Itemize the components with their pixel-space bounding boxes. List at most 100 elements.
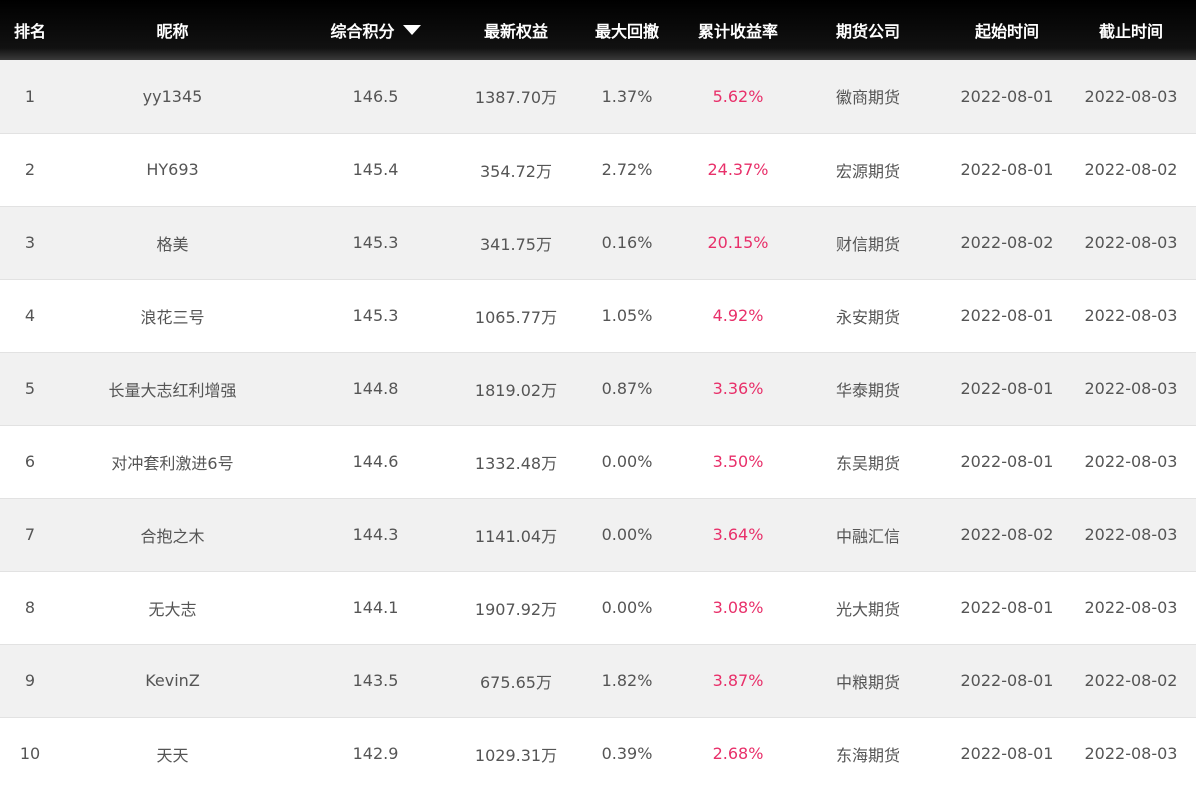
cell-end-date: 2022-08-03 <box>1066 424 1196 498</box>
cell-start-date: 2022-08-02 <box>948 205 1066 279</box>
cell-rank: 5 <box>0 351 60 425</box>
header-rank: 排名 <box>13 22 46 41</box>
cell-start-date: 2022-08-01 <box>948 716 1066 790</box>
cell-broker: 东海期货 <box>788 716 948 790</box>
header-start-date: 起始时间 <box>974 22 1039 41</box>
cell-nickname: KevinZ <box>60 643 285 717</box>
cell-broker: 中融汇信 <box>788 497 948 571</box>
cell-drawdown: 0.00% <box>566 570 688 644</box>
cell-equity: 1387.70万 <box>474 88 558 108</box>
table-header: 排名 昵称 综合积分 最新权益 最大回撤 累计收益率 期货公司 起始时间 截止时… <box>0 0 1196 60</box>
table-row: 1 yy1345 146.5 1387.70万 1.37% 5.62% 徽商期货… <box>0 60 1196 133</box>
table-row: 7 合抱之木 144.3 1141.04万 0.00% 3.64% 中融汇信 2… <box>0 497 1196 571</box>
table-row: 8 无大志 144.1 1907.92万 0.00% 3.08% 光大期货 20… <box>0 570 1196 644</box>
cell-drawdown: 1.05% <box>566 278 688 352</box>
cell-return-rate: 24.37% <box>688 132 788 206</box>
cell-end-date: 2022-08-03 <box>1066 278 1196 352</box>
cell-return-rate: 3.64% <box>688 497 788 571</box>
cell-rank: 8 <box>0 570 60 644</box>
header-score[interactable]: 综合积分 <box>285 0 466 60</box>
cell-rank: 9 <box>0 643 60 717</box>
cell-score: 145.4 <box>285 132 466 206</box>
cell-end-date: 2022-08-02 <box>1066 643 1196 717</box>
cell-equity: 1065.77万 <box>466 278 566 352</box>
table-row: 2 HY693 145.4 354.72万 2.72% 24.37% 宏源期货 … <box>0 132 1196 206</box>
cell-equity: 341.75万 <box>466 205 566 279</box>
cell-equity: 1907.92万 <box>466 570 566 644</box>
cell-equity: 1332.48万 <box>466 424 566 498</box>
cell-drawdown: 1.37% <box>601 86 653 106</box>
cell-broker: 华泰期货 <box>788 351 948 425</box>
cell-return-rate: 3.08% <box>688 570 788 644</box>
cell-score: 144.3 <box>285 497 466 571</box>
cell-return-rate: 3.87% <box>688 643 788 717</box>
cell-nickname: yy1345 <box>142 86 203 106</box>
cell-score: 144.8 <box>285 351 466 425</box>
cell-end-date: 2022-08-03 <box>1066 205 1196 279</box>
header-nickname: 昵称 <box>156 22 189 41</box>
table-row: 9 KevinZ 143.5 675.65万 1.82% 3.87% 中粮期货 … <box>0 643 1196 717</box>
cell-end-date: 2022-08-03 <box>1066 351 1196 425</box>
cell-broker: 徽商期货 <box>835 88 900 108</box>
sort-down-icon[interactable] <box>402 25 421 35</box>
cell-nickname: 对冲套利激进6号 <box>60 424 285 498</box>
cell-return-rate: 3.36% <box>688 351 788 425</box>
cell-nickname: HY693 <box>60 132 285 206</box>
cell-start-date: 2022-08-01 <box>960 86 1054 106</box>
cell-nickname: 长量大志红利增强 <box>60 351 285 425</box>
header-end-date: 截止时间 <box>1098 22 1163 41</box>
cell-return-rate: 4.92% <box>688 278 788 352</box>
header-score-label: 综合积分 <box>330 22 395 41</box>
cell-equity: 675.65万 <box>466 643 566 717</box>
header-return-rate: 累计收益率 <box>697 22 778 41</box>
header-broker: 期货公司 <box>835 22 900 41</box>
cell-equity: 354.72万 <box>466 132 566 206</box>
cell-drawdown: 1.82% <box>566 643 688 717</box>
cell-end-date: 2022-08-03 <box>1066 497 1196 571</box>
cell-start-date: 2022-08-01 <box>948 643 1066 717</box>
cell-rank: 10 <box>0 716 60 790</box>
cell-return-rate: 3.50% <box>688 424 788 498</box>
cell-end-date: 2022-08-03 <box>1084 86 1178 106</box>
cell-rank: 3 <box>0 205 60 279</box>
table-row: 10 天天 142.9 1029.31万 0.39% 2.68% 东海期货 20… <box>0 716 1196 790</box>
cell-nickname: 合抱之木 <box>60 497 285 571</box>
header-equity: 最新权益 <box>483 22 548 41</box>
cell-nickname: 浪花三号 <box>60 278 285 352</box>
table-body: 1 yy1345 146.5 1387.70万 1.37% 5.62% 徽商期货… <box>0 60 1196 790</box>
cell-score: 146.5 <box>352 86 399 106</box>
cell-drawdown: 0.16% <box>566 205 688 279</box>
table-row: 3 格美 145.3 341.75万 0.16% 20.15% 财信期货 202… <box>0 205 1196 279</box>
cell-drawdown: 0.00% <box>566 497 688 571</box>
cell-equity: 1029.31万 <box>466 716 566 790</box>
cell-drawdown: 2.72% <box>566 132 688 206</box>
cell-start-date: 2022-08-01 <box>948 278 1066 352</box>
cell-score: 145.3 <box>285 205 466 279</box>
table-row: 4 浪花三号 145.3 1065.77万 1.05% 4.92% 永安期货 2… <box>0 278 1196 352</box>
cell-broker: 光大期货 <box>788 570 948 644</box>
cell-equity: 1819.02万 <box>466 351 566 425</box>
cell-rank: 7 <box>0 497 60 571</box>
cell-score: 145.3 <box>285 278 466 352</box>
cell-rank: 1 <box>24 86 36 106</box>
cell-score: 144.6 <box>285 424 466 498</box>
cell-rank: 6 <box>0 424 60 498</box>
table-row: 5 长量大志红利增强 144.8 1819.02万 0.87% 3.36% 华泰… <box>0 351 1196 425</box>
cell-end-date: 2022-08-02 <box>1066 132 1196 206</box>
cell-score: 142.9 <box>285 716 466 790</box>
cell-broker: 财信期货 <box>788 205 948 279</box>
cell-nickname: 天天 <box>60 716 285 790</box>
cell-end-date: 2022-08-03 <box>1066 570 1196 644</box>
cell-return-rate: 2.68% <box>688 716 788 790</box>
cell-drawdown: 0.87% <box>566 351 688 425</box>
header-row: 排名 昵称 综合积分 最新权益 最大回撤 累计收益率 期货公司 起始时间 截止时… <box>0 0 1196 60</box>
cell-broker: 宏源期货 <box>788 132 948 206</box>
table-row: 6 对冲套利激进6号 144.6 1332.48万 0.00% 3.50% 东吴… <box>0 424 1196 498</box>
cell-start-date: 2022-08-01 <box>948 424 1066 498</box>
header-drawdown: 最大回撤 <box>594 22 659 41</box>
cell-rank: 2 <box>0 132 60 206</box>
cell-score: 143.5 <box>285 643 466 717</box>
cell-drawdown: 0.39% <box>566 716 688 790</box>
ranking-table: 排名 昵称 综合积分 最新权益 最大回撤 累计收益率 期货公司 起始时间 截止时… <box>0 0 1196 790</box>
cell-nickname: 无大志 <box>60 570 285 644</box>
